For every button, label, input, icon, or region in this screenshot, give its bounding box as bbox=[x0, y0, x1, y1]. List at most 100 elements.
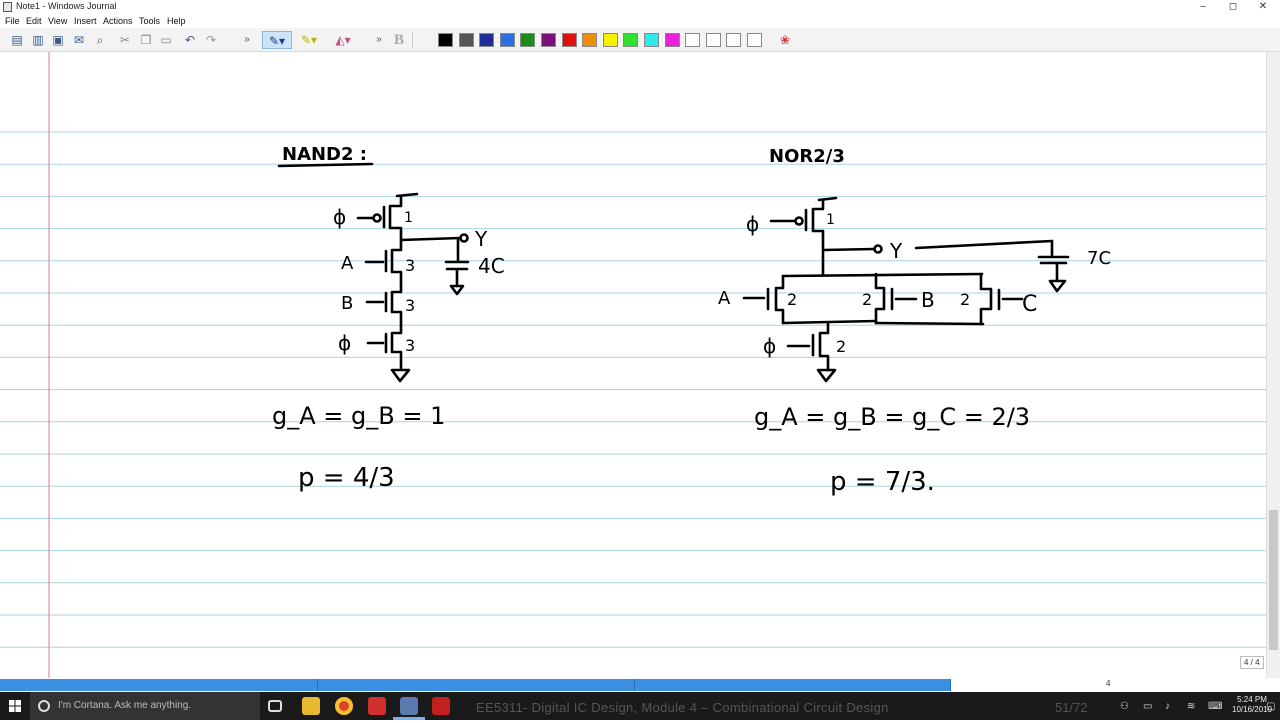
color-swatch-8[interactable] bbox=[582, 33, 598, 47]
menu-help[interactable]: Help bbox=[167, 16, 186, 26]
nor-input-a: A bbox=[718, 288, 731, 309]
nor-bottom-rail-1 bbox=[781, 319, 878, 325]
menu-insert[interactable]: Insert bbox=[74, 16, 97, 26]
nor-logical-effort: g_A = g_B = g_C = 2/3 bbox=[754, 403, 1030, 431]
color-swatch-1[interactable] bbox=[438, 33, 453, 47]
pdf-icon[interactable] bbox=[432, 697, 450, 715]
journal-app-icon bbox=[3, 2, 12, 12]
page-segment-3[interactable] bbox=[635, 679, 951, 691]
maximize-button[interactable]: ◻ bbox=[1218, 0, 1248, 14]
nor-pmos-bubble bbox=[794, 216, 804, 226]
nand-logical-effort: g_A = g_B = 1 bbox=[272, 402, 445, 430]
color-swatch-6[interactable] bbox=[541, 33, 556, 47]
close-button[interactable]: ✕ bbox=[1248, 0, 1278, 14]
app-red-icon[interactable] bbox=[368, 697, 386, 715]
nor-size-c: 2 bbox=[960, 290, 970, 309]
nand-phi-top: ϕ bbox=[333, 205, 346, 229]
page-segment-2[interactable] bbox=[318, 679, 635, 691]
windows-journal-icon[interactable] bbox=[400, 697, 418, 715]
color-swatch-7[interactable] bbox=[561, 33, 577, 47]
color-swatch-9[interactable] bbox=[602, 33, 618, 47]
nor-pmos-top bbox=[817, 196, 838, 202]
nand-input-b: B bbox=[341, 293, 353, 314]
color-swatch-16[interactable] bbox=[747, 33, 762, 47]
toolbar-divider bbox=[412, 31, 418, 49]
ink-canvas: NAND2 : ϕ 1 Y 4C A 3 B 3 ϕ 3 g_A = g_B =… bbox=[0, 52, 1266, 678]
nor-output-wire bbox=[821, 247, 876, 252]
toolbar-overflow-icon[interactable]: » bbox=[238, 31, 256, 49]
nor-nmos-b bbox=[874, 272, 886, 325]
nand2-title: NAND2 : bbox=[282, 144, 367, 165]
color-swatch-11[interactable] bbox=[644, 33, 659, 47]
paste-icon[interactable]: ▭ bbox=[157, 31, 175, 49]
menu-tools[interactable]: Tools bbox=[139, 16, 160, 26]
network-icon[interactable]: ▭ bbox=[1143, 701, 1152, 712]
nor-top-rail bbox=[781, 272, 984, 278]
eraser-icon[interactable]: ◭▾ bbox=[334, 31, 352, 49]
open-icon[interactable]: ▥ bbox=[29, 31, 47, 49]
cortana-search-box[interactable]: I'm Cortana. Ask me anything. bbox=[30, 692, 260, 720]
volume-icon[interactable]: ♪ bbox=[1165, 701, 1170, 712]
nand-output-label: Y bbox=[474, 227, 488, 251]
pen-icon[interactable]: ✎▾ bbox=[262, 31, 292, 49]
nand-pmos-bubble bbox=[372, 213, 382, 223]
nand-size-phi: 3 bbox=[405, 336, 415, 355]
new-note-icon[interactable]: ▤ bbox=[8, 31, 26, 49]
find-icon[interactable]: ⌕ bbox=[91, 31, 109, 49]
nand-nmos-b bbox=[390, 284, 403, 328]
nor-phi-bottom: ϕ bbox=[763, 334, 776, 358]
highlighter-icon[interactable]: ✎▾ bbox=[300, 31, 318, 49]
chrome-icon[interactable] bbox=[335, 697, 353, 715]
nor-input-b: B bbox=[921, 288, 935, 312]
color-wheel-icon[interactable]: ❀ bbox=[776, 31, 794, 49]
menu-actions[interactable]: Actions bbox=[103, 16, 133, 26]
redo-icon[interactable]: ↷ bbox=[202, 31, 220, 49]
toolbar-overflow-2-icon[interactable]: » bbox=[370, 31, 388, 49]
color-swatch-10[interactable] bbox=[623, 33, 639, 47]
menu-view[interactable]: View bbox=[48, 16, 67, 26]
undo-icon[interactable]: ↶ bbox=[181, 31, 199, 49]
wifi-icon[interactable]: ≋ bbox=[1187, 701, 1195, 712]
windows-start-icon[interactable] bbox=[0, 692, 30, 720]
journal-page[interactable]: NAND2 : ϕ 1 Y 4C A 3 B 3 ϕ 3 g_A = g_B =… bbox=[0, 52, 1266, 678]
taskbar: I'm Cortana. Ask me anything. EE5311- Di… bbox=[0, 692, 1280, 720]
nor-size-phi: 2 bbox=[836, 337, 846, 356]
nor-nmos-a bbox=[774, 274, 785, 325]
notifications-icon[interactable]: ▢ bbox=[1266, 701, 1275, 712]
nor-output-node bbox=[873, 244, 883, 254]
color-swatch-15[interactable] bbox=[726, 33, 742, 47]
page-indicator: 4 / 4 bbox=[1240, 656, 1264, 669]
menu-edit[interactable]: Edit bbox=[26, 16, 42, 26]
task-view-icon[interactable] bbox=[268, 700, 282, 712]
nor-size-a: 2 bbox=[787, 290, 797, 309]
nor-load-wire bbox=[914, 239, 1054, 250]
nor-nmos-phi bbox=[818, 321, 830, 372]
vertical-scrollbar[interactable] bbox=[1266, 52, 1280, 678]
email-icon[interactable]: ✉ bbox=[70, 31, 88, 49]
minimize-button[interactable]: – bbox=[1188, 0, 1218, 14]
nand-parasitic: p = 4/3 bbox=[298, 463, 395, 493]
nor-phi-top: ϕ bbox=[746, 212, 759, 236]
color-swatch-13[interactable] bbox=[685, 33, 701, 47]
people-icon[interactable]: ⚇ bbox=[1120, 701, 1129, 712]
color-swatch-2[interactable] bbox=[458, 33, 474, 47]
nor-cap-ground bbox=[1048, 279, 1067, 293]
save-icon[interactable]: ▣ bbox=[49, 31, 67, 49]
color-swatch-3[interactable] bbox=[479, 33, 495, 47]
page-navigator-bar[interactable]: 4 bbox=[0, 678, 1280, 692]
nor-pmos-size: 1 bbox=[826, 212, 835, 228]
color-swatch-5[interactable] bbox=[520, 33, 536, 47]
color-swatch-4[interactable] bbox=[499, 33, 515, 47]
vertical-scroll-thumb[interactable] bbox=[1269, 510, 1278, 650]
color-swatch-14[interactable] bbox=[705, 33, 721, 47]
keyboard-icon[interactable]: ⌨ bbox=[1208, 701, 1222, 712]
cut-icon[interactable]: ✂ bbox=[116, 31, 134, 49]
bold-icon[interactable]: B bbox=[390, 31, 408, 49]
page-segment-1[interactable] bbox=[0, 679, 318, 691]
menu-file[interactable]: File bbox=[5, 16, 20, 26]
page-number: 4 bbox=[1106, 679, 1111, 688]
copy-icon[interactable]: ❐ bbox=[137, 31, 155, 49]
nand-ground bbox=[390, 368, 411, 383]
file-explorer-icon[interactable] bbox=[302, 697, 320, 715]
color-swatch-12[interactable] bbox=[664, 33, 680, 47]
